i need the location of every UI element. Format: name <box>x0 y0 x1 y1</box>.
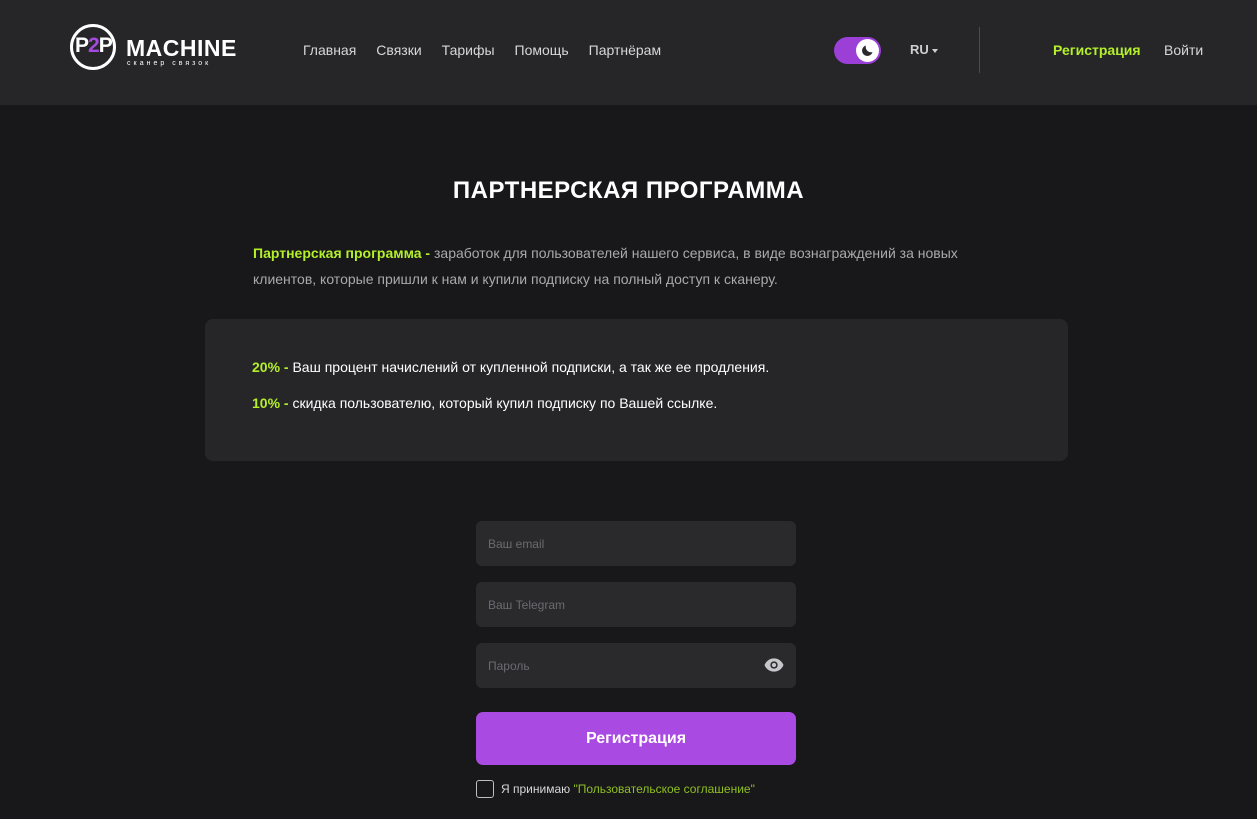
email-field-wrapper <box>476 521 796 566</box>
nav-item-pricing[interactable]: Тарифы <box>442 41 495 59</box>
theme-toggle[interactable] <box>834 37 881 64</box>
email-field[interactable] <box>476 521 796 566</box>
caret-down-icon <box>931 48 938 53</box>
register-link[interactable]: Регистрация <box>1053 41 1141 59</box>
nav-item-arbitrage[interactable]: Связки <box>376 41 421 59</box>
terms-label-text: Я принимаю <box>501 782 574 796</box>
nav-item-home[interactable]: Главная <box>303 41 356 59</box>
header-divider <box>979 27 980 73</box>
login-link[interactable]: Войти <box>1164 41 1203 59</box>
logo[interactable]: P2P MACHINE сканер связок <box>70 24 250 76</box>
register-button[interactable]: Регистрация <box>476 712 796 765</box>
main-nav: Главная Связки Тарифы Помощь Партнёрам <box>303 41 681 59</box>
telegram-field-wrapper <box>476 582 796 627</box>
page-title: ПАРТНЕРСКАЯ ПРОГРАММА <box>452 177 805 204</box>
discount-percent: 10% - <box>252 395 289 411</box>
discount-text: скидка пользователю, который купил подпи… <box>288 395 718 411</box>
logo-wordmark: MACHINE <box>126 35 237 61</box>
logo-tagline: сканер связок <box>127 60 212 67</box>
discount-line: 10% - скидка пользователю, который купил… <box>252 394 717 412</box>
commission-info-card: 20% - Ваш процент начислений от купленно… <box>205 319 1068 461</box>
moon-icon <box>862 45 873 56</box>
language-selector[interactable]: RU <box>910 42 938 58</box>
terms-link[interactable]: "Пользовательское соглашение" <box>573 782 754 796</box>
commission-line: 20% - Ваш процент начислений от купленно… <box>252 358 769 376</box>
eye-icon[interactable] <box>764 657 784 678</box>
intro-highlight: Партнерская программа - <box>253 245 431 261</box>
toggle-knob <box>856 39 879 62</box>
telegram-field[interactable] <box>476 582 796 627</box>
intro-text: Партнерская программа - заработок для по… <box>253 240 1013 292</box>
password-field[interactable] <box>476 643 796 688</box>
password-field-wrapper <box>476 643 796 688</box>
nav-item-help[interactable]: Помощь <box>515 41 569 59</box>
commission-percent: 20% - <box>252 359 289 375</box>
terms-label: Я принимаю "Пользовательское соглашение" <box>501 782 755 797</box>
language-code: RU <box>910 42 929 57</box>
nav-item-partners[interactable]: Партнёрам <box>589 41 661 59</box>
logo-mark: P2P <box>75 34 113 57</box>
terms-checkbox[interactable] <box>476 780 494 798</box>
commission-text: Ваш процент начислений от купленной подп… <box>288 359 770 375</box>
top-navbar: P2P MACHINE сканер связок Главная Связки… <box>0 0 1257 105</box>
